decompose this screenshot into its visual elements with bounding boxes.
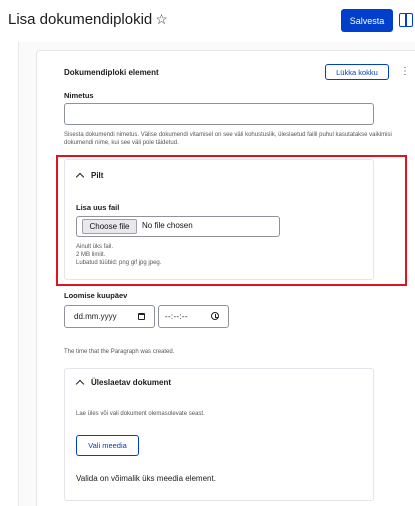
star-outline-icon[interactable]: ☆ — [155, 11, 168, 27]
clock-icon[interactable] — [211, 312, 219, 320]
name-field-help: Sisesta dokumendi nimetus. Välise dokume… — [64, 132, 392, 146]
name-field-label: Nimetus — [64, 91, 94, 100]
select-media-button[interactable]: Vali meedia — [76, 435, 139, 456]
paragraph-title: Dokumendiploki element — [64, 68, 159, 77]
chevron-up-icon — [75, 379, 85, 389]
collapse-button[interactable]: Lükka kokku — [325, 64, 389, 80]
name-input[interactable] — [64, 103, 374, 125]
media-limit-text: Valida on võimalik üks meedia element. — [76, 474, 216, 483]
highlight-box — [56, 155, 407, 286]
document-help: Lae üles või vali dokument olemasolevate… — [76, 411, 205, 417]
date-placeholder: dd.mm.yyyy — [74, 312, 117, 321]
created-help: The time that the Paragraph was created. — [64, 349, 175, 355]
calendar-icon[interactable] — [138, 313, 145, 320]
created-label: Loomise kuupäev — [64, 291, 128, 300]
page-title-text: Lisa dokumendiplokid — [8, 11, 153, 28]
document-summary[interactable]: Üleslaetav dokument — [75, 378, 172, 389]
page-title: Lisa dokumendiplokid ☆ — [8, 11, 168, 28]
sidebar-toggle-icon[interactable] — [399, 13, 413, 27]
document-summary-label: Üleslaetav dokument — [91, 378, 172, 387]
save-button[interactable]: Salvesta — [341, 9, 393, 32]
more-actions-icon[interactable]: ⋮ — [400, 64, 410, 80]
time-placeholder: --:--:-- — [165, 312, 188, 321]
